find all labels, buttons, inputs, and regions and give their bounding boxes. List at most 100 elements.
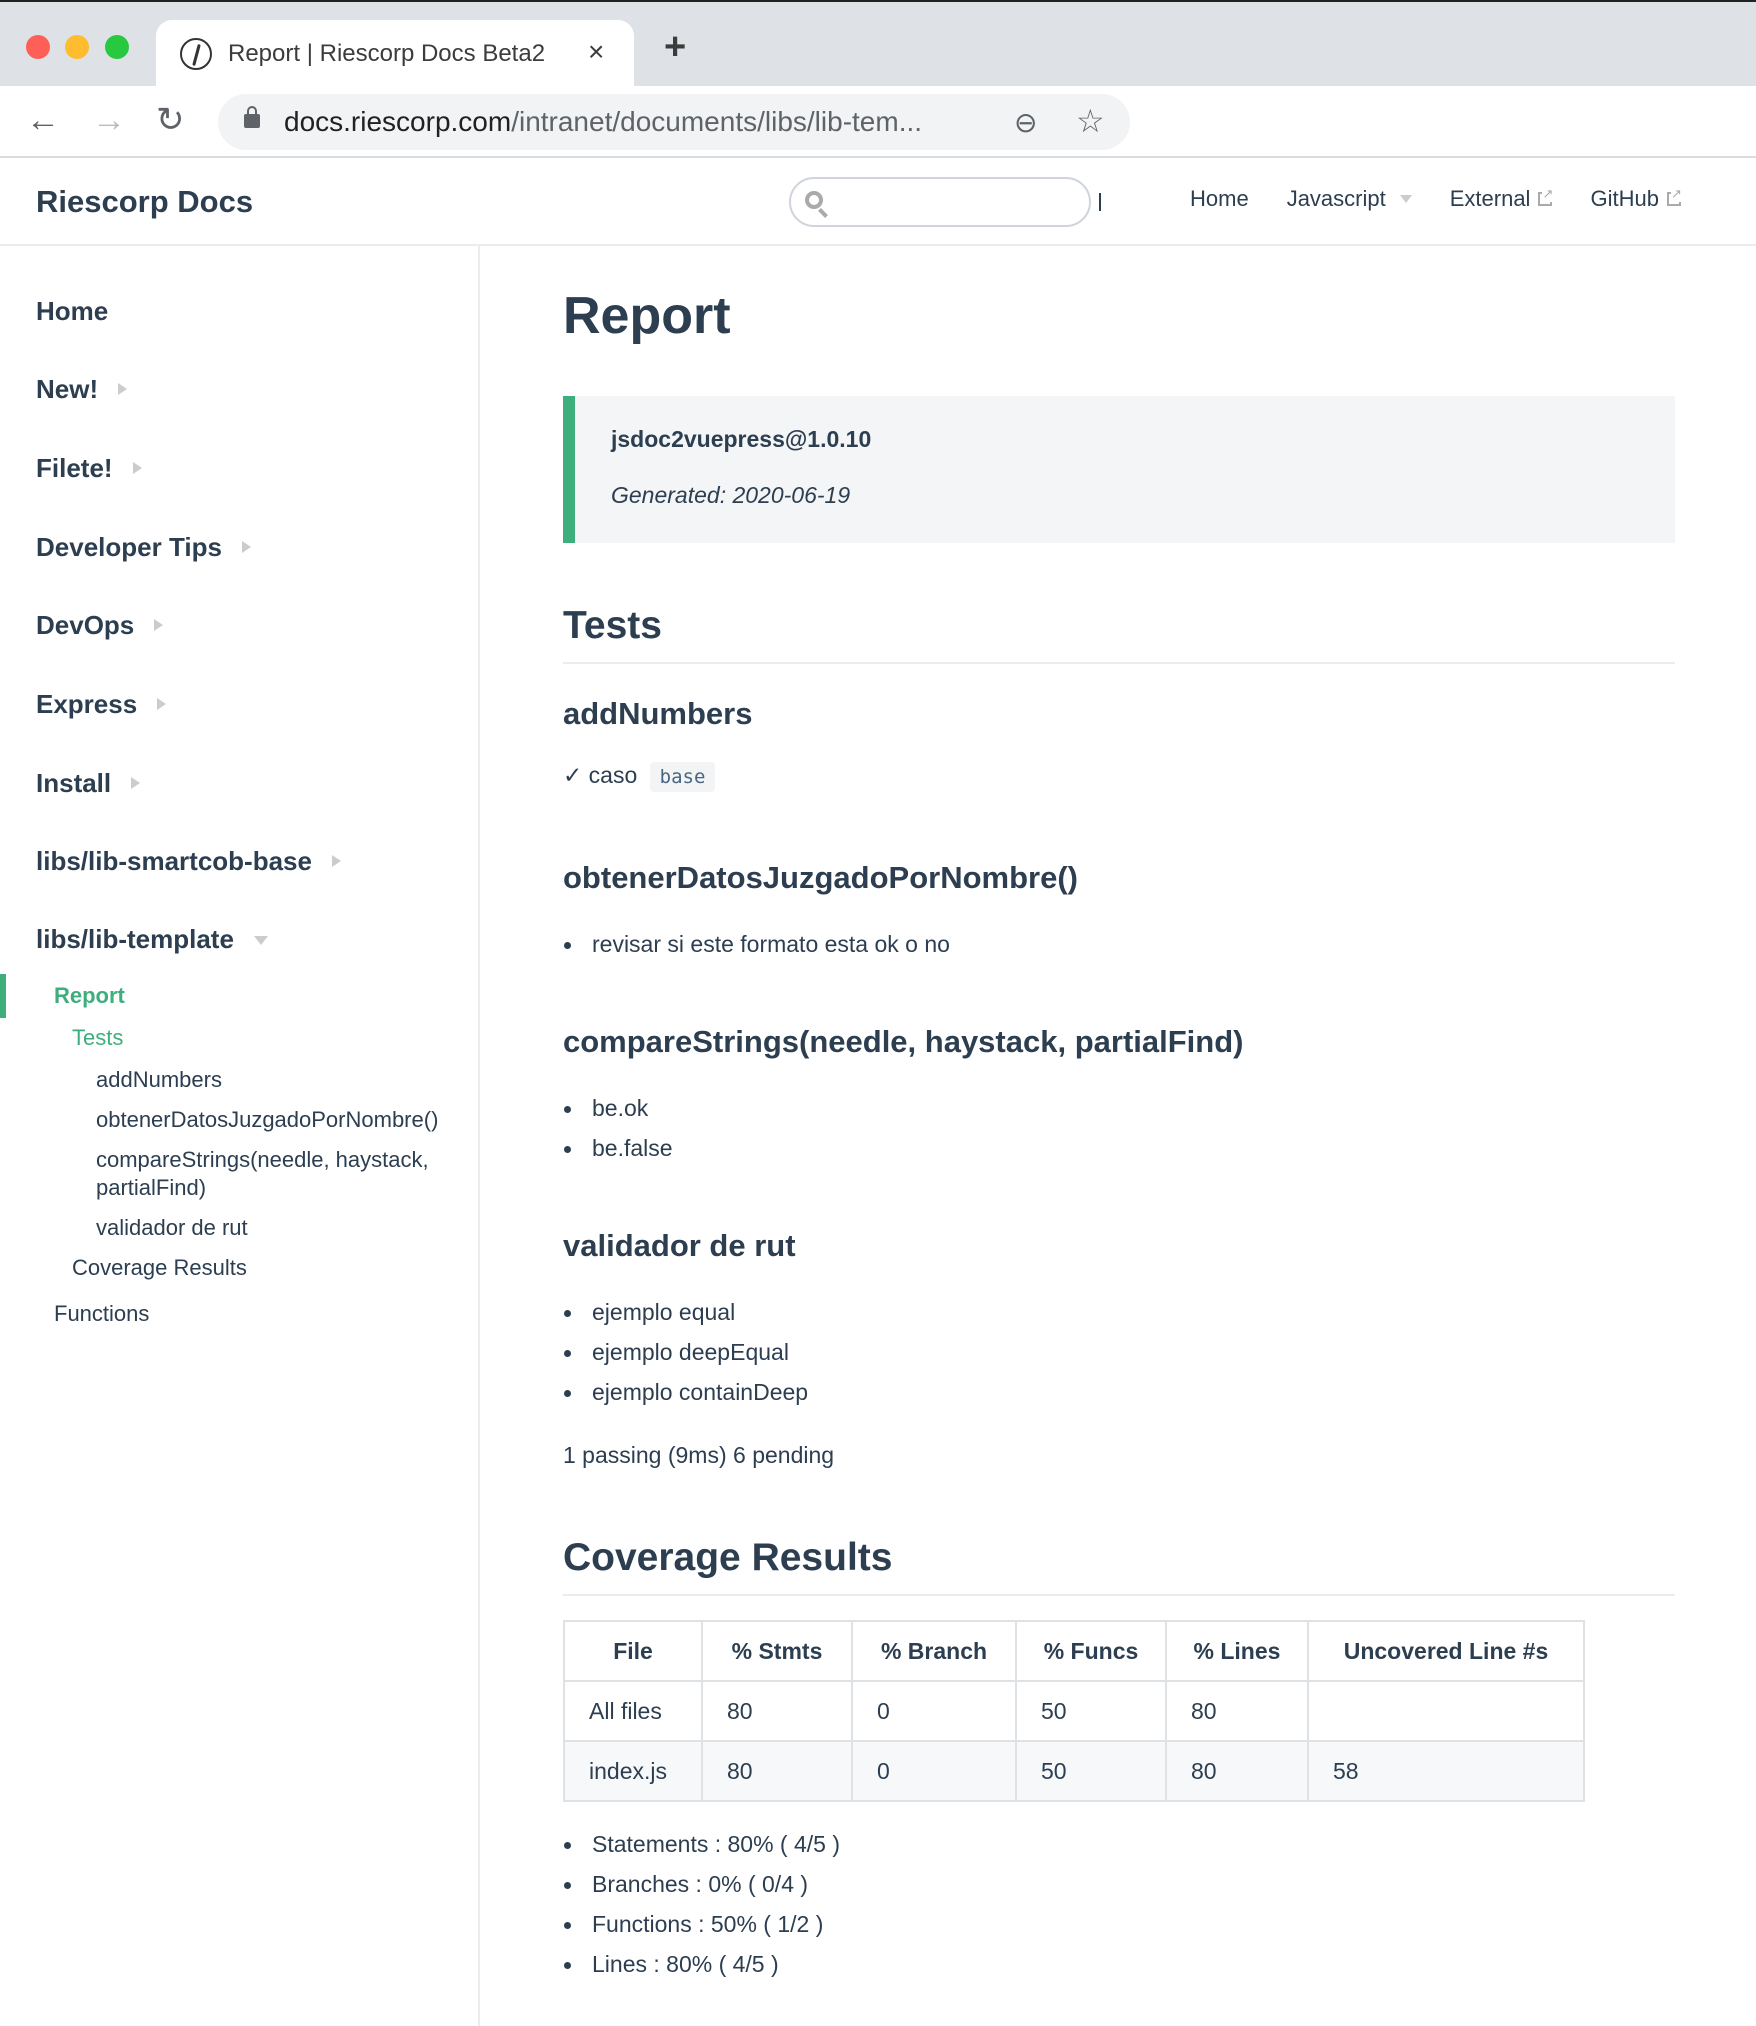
- table-cell: [1307, 1680, 1585, 1742]
- obtener-heading: obtenerDatosJuzgadoPorNombre(): [563, 860, 1078, 895]
- table-cell: 58: [1307, 1740, 1585, 1802]
- sidebar-group-new[interactable]: New!: [36, 374, 128, 405]
- url-host: docs.riescorp.com: [284, 106, 512, 137]
- column-header: Uncovered Line #s: [1307, 1620, 1585, 1682]
- compare-heading: compareStrings(needle, haystack, partial…: [563, 1024, 1244, 1059]
- list-item: be.ok: [563, 1088, 673, 1128]
- forward-arrow-icon[interactable]: →: [92, 100, 126, 140]
- browser-tab-bar: Report | Riescorp Docs Beta2 × +: [0, 0, 1756, 88]
- reload-icon[interactable]: ↻: [156, 100, 185, 140]
- sidebar: Home New! Filete! Developer Tips DevOps …: [0, 246, 480, 2026]
- chevron-right-icon: [157, 698, 167, 711]
- sidebar-group-developer-tips[interactable]: Developer Tips: [36, 532, 251, 563]
- active-indicator: [0, 974, 6, 1018]
- window-minimize-button[interactable]: [65, 35, 89, 59]
- nav-link-home[interactable]: Home: [1190, 186, 1249, 212]
- nav-dropdown-javascript[interactable]: Javascript: [1287, 186, 1412, 212]
- sidebar-group-label: libs/lib-template: [36, 924, 234, 954]
- window-maximize-button[interactable]: [105, 35, 129, 59]
- window-close-button[interactable]: [26, 35, 50, 59]
- sidebar-item-tests[interactable]: Tests: [72, 1024, 123, 1052]
- test-case-line: ✓ caso base: [563, 762, 716, 792]
- search-icon: [805, 191, 823, 209]
- tab-close-icon[interactable]: ×: [588, 36, 604, 68]
- column-header: % Branch: [851, 1620, 1017, 1682]
- sidebar-item-functions[interactable]: Functions: [54, 1300, 149, 1328]
- sidebar-item-coverage[interactable]: Coverage Results: [72, 1254, 247, 1282]
- url-text[interactable]: docs.riescorp.com/intranet/documents/lib…: [284, 106, 922, 138]
- table-cell: 0: [851, 1680, 1017, 1742]
- list-item: Branches : 0% ( 0/4 ): [563, 1864, 840, 1904]
- back-arrow-icon[interactable]: ←: [26, 100, 60, 140]
- favicon-icon: [180, 38, 212, 70]
- coverage-heading: Coverage Results: [563, 1536, 1675, 1596]
- text-cursor: [1099, 193, 1101, 211]
- site-navbar: Riescorp Docs Home Javascript External G…: [0, 160, 1756, 246]
- sidebar-group-lib-template[interactable]: libs/lib-template: [36, 924, 268, 955]
- chevron-down-icon: [253, 935, 268, 945]
- lock-icon: [244, 106, 260, 128]
- sidebar-group-label: libs/lib-smartcob-base: [36, 846, 312, 876]
- sidebar-group-home[interactable]: Home: [36, 296, 108, 327]
- chevron-right-icon: [131, 777, 141, 790]
- list-item: ejemplo equal: [563, 1292, 808, 1332]
- sidebar-group-label: Express: [36, 689, 138, 719]
- address-bar[interactable]: docs.riescorp.com/intranet/documents/lib…: [218, 94, 1130, 150]
- sidebar-group-install[interactable]: Install: [36, 768, 141, 799]
- chevron-right-icon: [154, 619, 164, 632]
- list-item: ejemplo containDeep: [563, 1372, 808, 1412]
- nav-link-external[interactable]: External: [1449, 186, 1554, 212]
- sidebar-group-label: Home: [36, 296, 109, 326]
- external-link-icon: [1538, 186, 1554, 206]
- sidebar-item-comparestrings-cont[interactable]: partialFind): [96, 1174, 206, 1202]
- search-input[interactable]: [789, 177, 1091, 227]
- validador-list: ejemplo equal ejemplo deepEqual ejemplo …: [563, 1292, 808, 1412]
- table-cell: 50: [1015, 1680, 1167, 1742]
- nav-links: Home Javascript External GitHub: [1190, 186, 1719, 212]
- list-item: Functions : 50% ( 1/2 ): [563, 1904, 840, 1944]
- chevron-right-icon: [118, 383, 128, 396]
- generated-date: Generated: 2020-06-19: [611, 482, 851, 508]
- url-path: /intranet/documents/libs/lib-tem...: [511, 106, 923, 137]
- sidebar-item-obtenerdatos[interactable]: obtenerDatosJuzgadoPorNombre(): [96, 1106, 438, 1134]
- sidebar-item-addnumbers[interactable]: addNumbers: [96, 1066, 222, 1094]
- sidebar-group-lib-smartcob-base[interactable]: libs/lib-smartcob-base: [36, 846, 341, 877]
- sidebar-group-express[interactable]: Express: [36, 689, 167, 720]
- site-title[interactable]: Riescorp Docs: [36, 184, 253, 220]
- table-cell: 50: [1015, 1740, 1167, 1802]
- tests-heading: Tests: [563, 604, 1675, 664]
- sidebar-group-label: DevOps: [36, 610, 135, 640]
- compare-list: be.ok be.false: [563, 1088, 673, 1168]
- sidebar-item-comparestrings[interactable]: compareStrings(needle, haystack,: [96, 1146, 429, 1174]
- chevron-right-icon: [331, 855, 341, 868]
- sidebar-item-validador[interactable]: validador de rut: [96, 1214, 248, 1242]
- nav-link-github[interactable]: GitHub: [1590, 186, 1682, 212]
- browser-tab-active[interactable]: Report | Riescorp Docs Beta2 ×: [156, 20, 634, 88]
- sidebar-item-report[interactable]: Report: [54, 982, 125, 1010]
- chevron-right-icon: [241, 541, 251, 554]
- table-row: index.js 80 0 50 80 58: [563, 1740, 1585, 1802]
- sidebar-group-devops[interactable]: DevOps: [36, 610, 164, 641]
- table-cell: All files: [563, 1680, 703, 1742]
- coverage-summary-list: Statements : 80% ( 4/5 ) Branches : 0% (…: [563, 1824, 840, 1984]
- column-header: File: [563, 1620, 703, 1682]
- package-version: jsdoc2vuepress@1.0.10: [611, 426, 872, 452]
- list-item: ejemplo deepEqual: [563, 1332, 808, 1372]
- sidebar-group-filete[interactable]: Filete!: [36, 453, 142, 484]
- sidebar-group-label: Install: [36, 768, 112, 798]
- sidebar-group-label: Developer Tips: [36, 532, 222, 562]
- sidebar-group-label: New!: [36, 374, 99, 404]
- external-link-icon: [1666, 186, 1682, 206]
- zoom-out-icon[interactable]: ⊖: [1014, 106, 1037, 139]
- new-tab-button[interactable]: +: [664, 28, 686, 66]
- bookmark-star-icon[interactable]: ☆: [1076, 102, 1105, 140]
- browser-toolbar: ← → ↻ docs.riescorp.com/intranet/documen…: [0, 86, 1756, 158]
- table-cell: 0: [851, 1740, 1017, 1802]
- tab-title: Report | Riescorp Docs Beta2: [228, 40, 546, 67]
- table-cell: index.js: [563, 1740, 703, 1802]
- validador-heading: validador de rut: [563, 1228, 796, 1263]
- nav-link-label: Javascript: [1286, 186, 1386, 211]
- list-item: Statements : 80% ( 4/5 ): [563, 1824, 840, 1864]
- coverage-table: File % Stmts % Branch % Funcs % Lines Un…: [563, 1620, 1585, 1802]
- nav-link-label: External: [1449, 186, 1531, 211]
